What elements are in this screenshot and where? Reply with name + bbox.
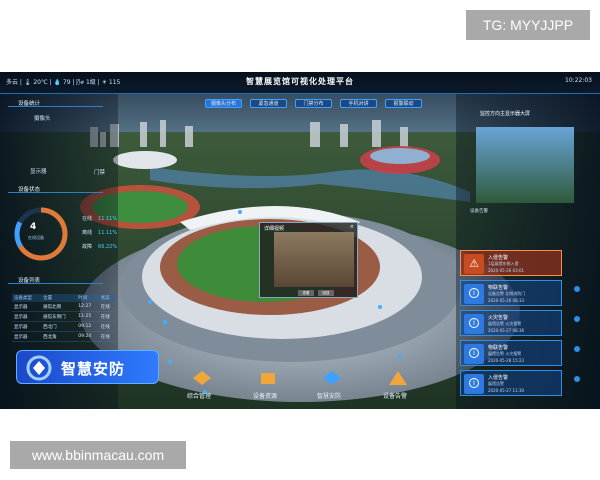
- alarm-stats-title: 设备告警: [470, 209, 488, 214]
- warning-icon: ⚠: [464, 254, 484, 274]
- alert-item[interactable]: i 物联告警 设备告警 北侧消防门 2020-05-26 08:33: [460, 280, 562, 306]
- smart-security-banner: 智慧安防: [16, 350, 159, 384]
- page-title: 智慧展览馆可视化处理平台: [246, 77, 354, 86]
- tab-access-distribution[interactable]: 门禁分布: [295, 99, 332, 108]
- dashboard-screen: 多云 | 🌡 20℃ | 💧 79 | 🌬 1级 | ☀ 115 智慧展览馆可视…: [0, 72, 600, 409]
- info-icon: i: [464, 344, 484, 364]
- nav-management[interactable]: 综合管理: [187, 391, 211, 400]
- alert-item[interactable]: i 火灾告警 展馆告警 火灾报警 2020-05-27 08:36: [460, 310, 562, 336]
- preview-thumbnail[interactable]: [476, 127, 574, 203]
- video-popup[interactable]: 详细视频 × 查看 回放: [259, 222, 358, 298]
- status-ring: [14, 207, 68, 261]
- display-label: 显示器: [30, 169, 47, 175]
- col-location: 位置: [41, 294, 77, 302]
- page: TG: MYYJJPP 多云 | 🌡 20℃ | 💧 79 | 🌬 1级 | ☀…: [0, 0, 600, 480]
- legend-online: 在线 11.11%: [82, 216, 118, 222]
- col-type: 设备类型: [12, 294, 42, 302]
- table-row[interactable]: 显示器 西北门 09:12 在线: [12, 321, 116, 332]
- info-icon: i: [464, 374, 484, 394]
- watermark-bottom: www.bbinmacau.com: [10, 441, 186, 469]
- legend-offline: 离线 11.11%: [82, 230, 118, 236]
- management-icon[interactable]: [192, 370, 212, 386]
- preview-title: 监控方向主显示器大屏: [480, 111, 531, 117]
- nav-security[interactable]: 智慧安防: [317, 391, 341, 400]
- ring-caption: 在线设备: [28, 235, 44, 240]
- col-time: 时间: [76, 294, 99, 302]
- clock: 10:22:03: [565, 77, 592, 84]
- table-row[interactable]: 显示器 展馆北侧 12:27 在线: [12, 302, 116, 312]
- divider: [8, 192, 103, 193]
- view-button[interactable]: 查看: [298, 290, 314, 296]
- divider: [8, 106, 103, 107]
- nav-resources[interactable]: 设备资源: [253, 391, 277, 400]
- top-nav: 摄像头分布 紧急通道 门禁分布 手机对讲 报警联动: [205, 99, 422, 108]
- camera-label: 摄像头: [34, 116, 51, 122]
- divider: [8, 283, 103, 284]
- alert-side-markers: [574, 286, 580, 382]
- door-label: 门禁: [94, 170, 106, 176]
- camera-video-feed[interactable]: [274, 232, 354, 287]
- security-icon[interactable]: [322, 370, 342, 386]
- tab-intercom[interactable]: 手机对讲: [340, 99, 377, 108]
- popup-title: 详细视频: [264, 226, 285, 232]
- info-icon: i: [464, 284, 484, 304]
- alert-item[interactable]: i 入侵告警 展馆告警 2020-05-27 11:30: [460, 370, 562, 396]
- top-bar: 多云 | 🌡 20℃ | 💧 79 | 🌬 1级 | ☀ 115 智慧展览馆可视…: [0, 72, 600, 94]
- tab-camera-distribution[interactable]: 摄像头分布: [205, 99, 242, 108]
- watermark-top: TG: MYYJJPP: [466, 10, 590, 40]
- ring-value: 4: [30, 222, 37, 232]
- table-row[interactable]: 显示器 西北角 09:24 在线: [12, 331, 116, 342]
- banner-text: 智慧安防: [61, 360, 126, 378]
- playback-button[interactable]: 回放: [318, 290, 334, 296]
- alert-item[interactable]: ⚠ 入侵告警 1层展馆东侧入侵 2020-05-26 03:01: [460, 250, 562, 276]
- col-status: 状态: [98, 294, 116, 302]
- device-table: 设备类型 位置 时间 状态 显示器 展馆北侧 12:27 在线 显示器 展馆东侧门 11:…: [12, 294, 116, 342]
- alarm-icon[interactable]: [388, 370, 408, 386]
- table-row[interactable]: 显示器 展馆东侧门 11:25 在线: [12, 311, 116, 322]
- nav-alarm[interactable]: 设备告警: [383, 391, 407, 400]
- resources-icon[interactable]: [258, 370, 278, 386]
- tab-alarm-linkage[interactable]: 报警联动: [385, 99, 422, 108]
- security-logo-icon: [26, 355, 52, 381]
- close-icon[interactable]: ×: [350, 224, 354, 230]
- info-icon: i: [464, 314, 484, 334]
- tab-emergency-exit[interactable]: 紧急通道: [250, 99, 287, 108]
- legend-fault: 故障 66.22%: [82, 244, 118, 250]
- alert-item[interactable]: i 物联告警 展馆告警 火灾报警 2020-05-28 15:23: [460, 340, 562, 366]
